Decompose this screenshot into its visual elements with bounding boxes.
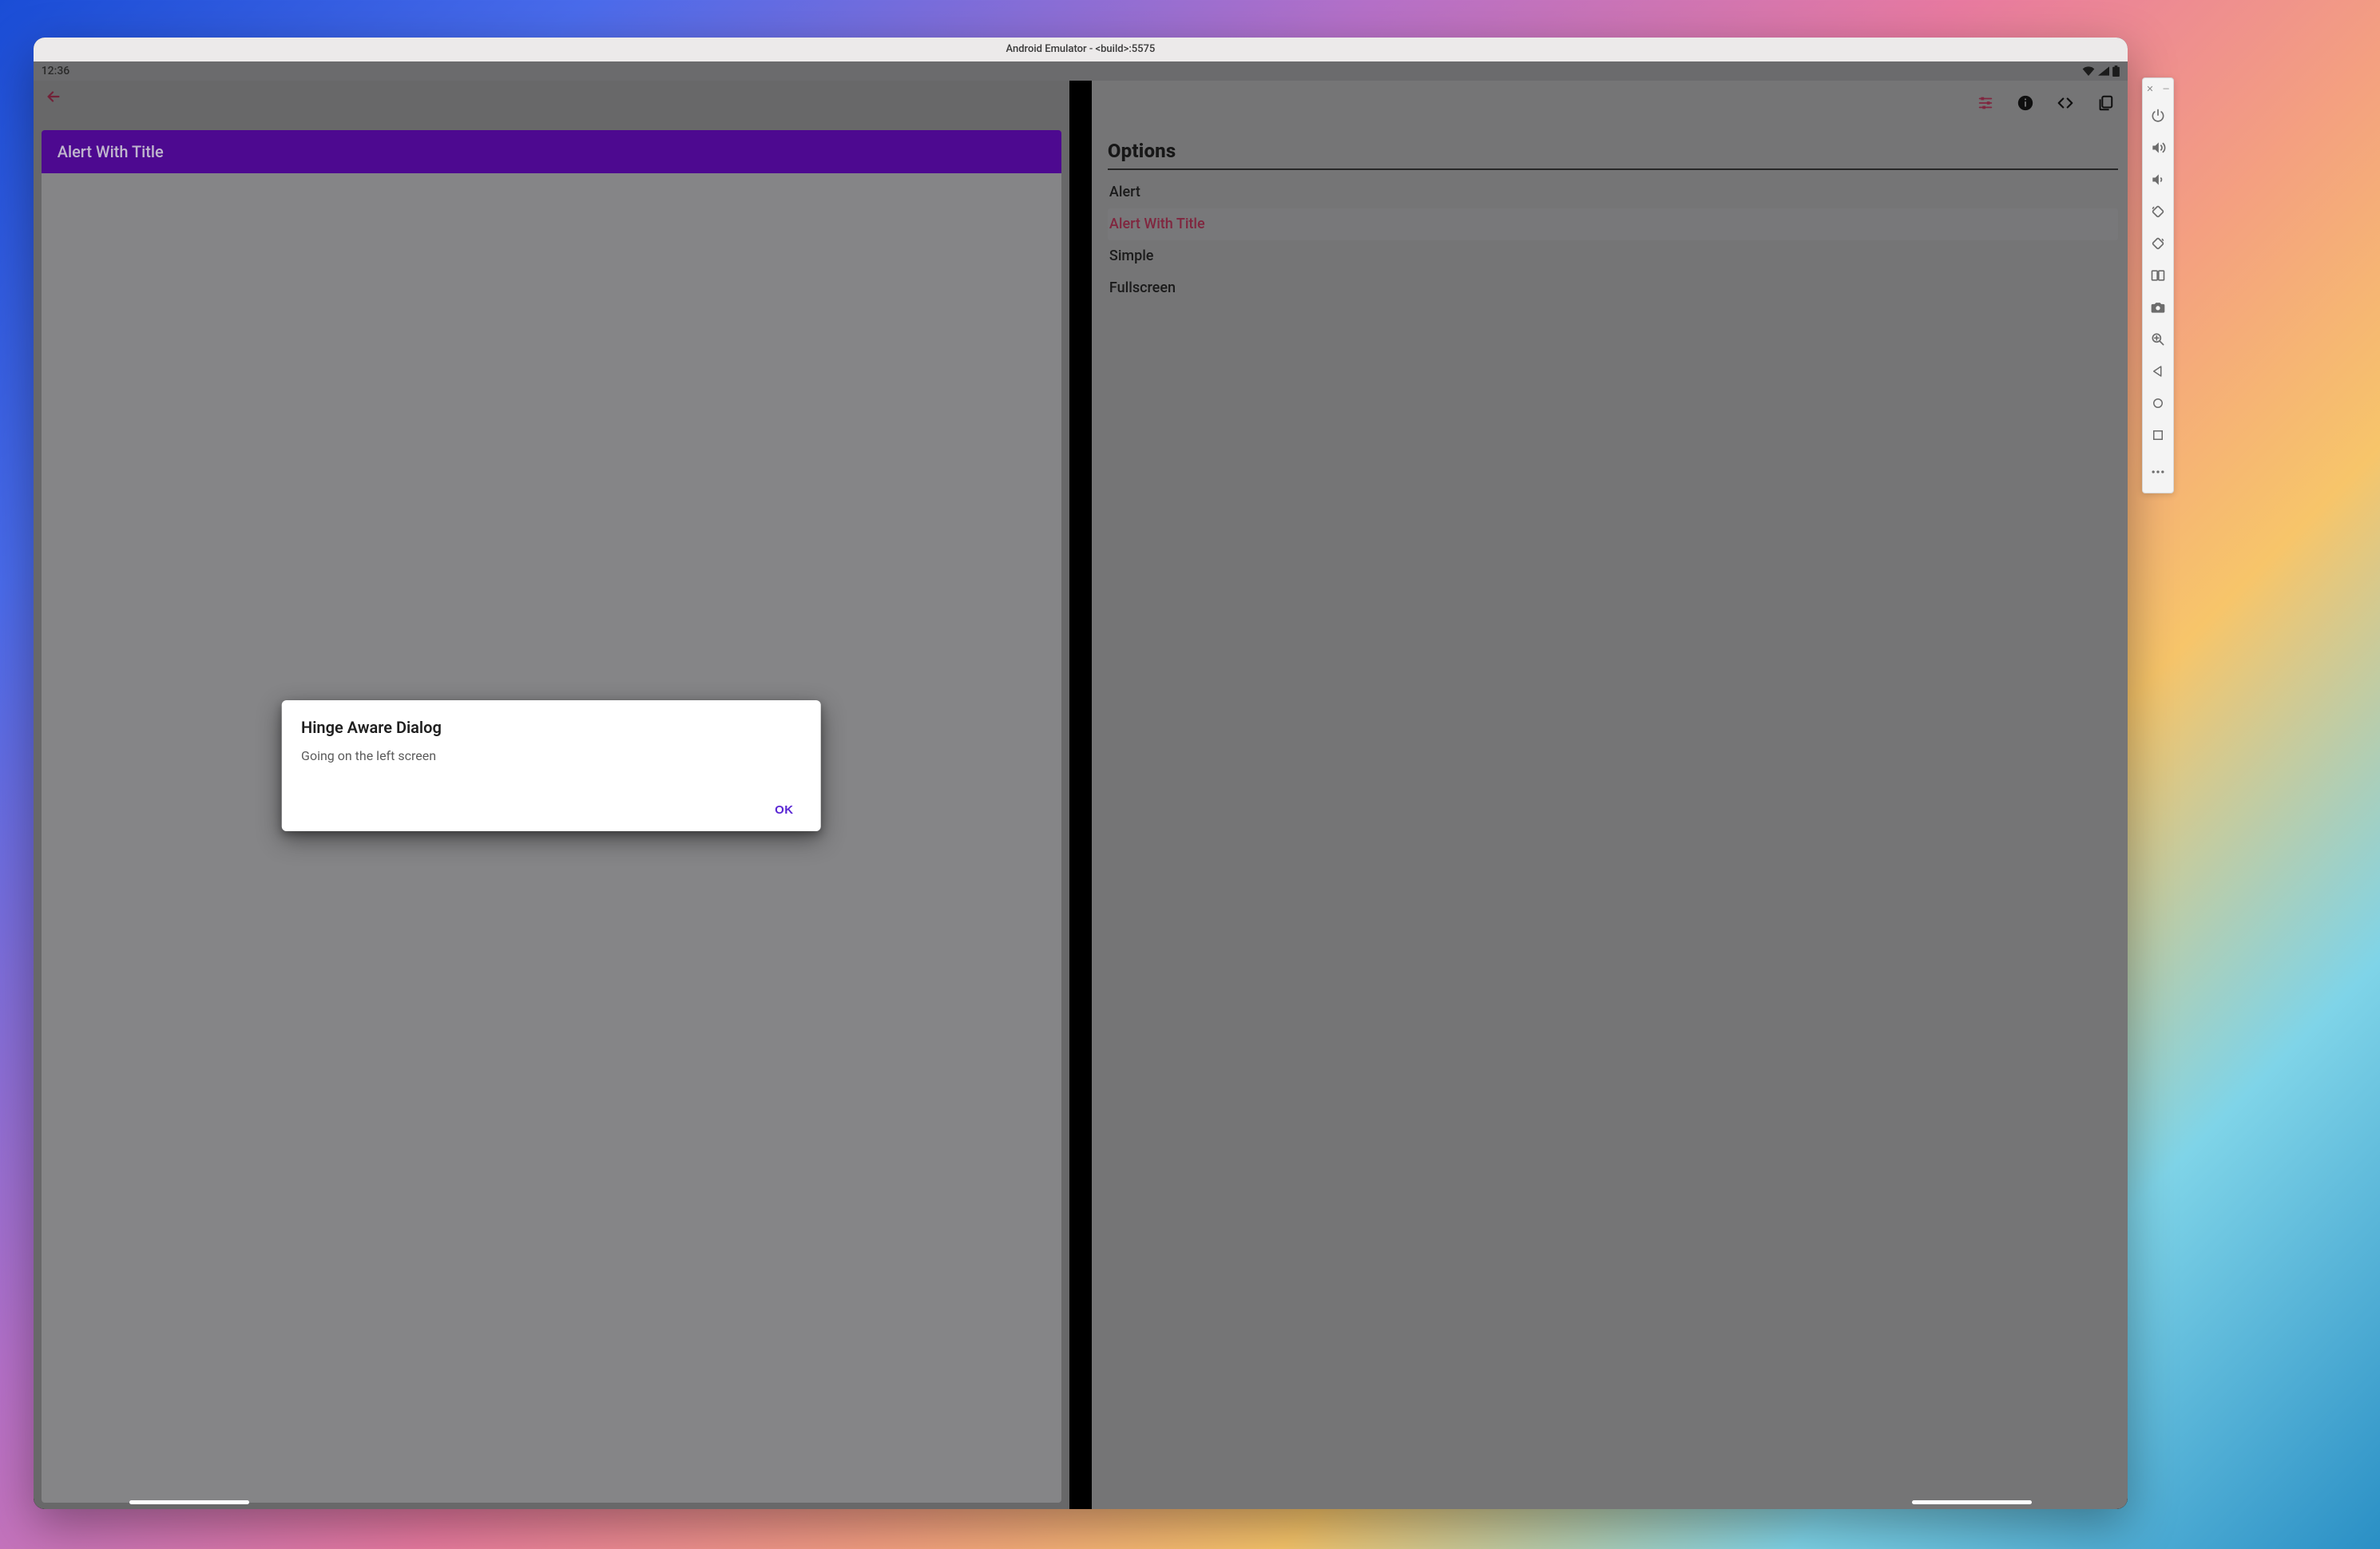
option-item[interactable]: Simple [1108,240,2118,272]
rotate-left-icon[interactable] [2150,196,2166,228]
panel-close-icon[interactable]: ✕ [2146,85,2154,93]
code-icon[interactable] [2056,93,2075,113]
status-icons [2082,65,2120,77]
emulator-window: Android Emulator - <build>:5575 12:36 [34,38,2128,1509]
dialog-message: Going on the left screen [301,748,802,763]
left-content [42,173,1061,1503]
dialog-ok-button[interactable]: OK [767,797,802,823]
rotate-right-icon[interactable] [2150,228,2166,259]
tune-icon[interactable] [1976,93,1995,113]
home-icon[interactable] [2150,387,2166,419]
foldable-icon[interactable] [2150,259,2166,291]
back-arrow-icon[interactable] [45,88,62,109]
panel-minimize-icon[interactable]: — [2162,85,2170,93]
left-appbar-title: Alert With Title [58,142,164,161]
right-pane: Options Alert Alert With Title Simple Fulls… [1092,81,2128,1509]
camera-icon[interactable] [2150,291,2166,323]
options-list: Alert Alert With Title Simple Fullscreen [1108,176,2118,304]
window-titlebar[interactable]: Android Emulator - <build>:5575 [34,38,2128,61]
alert-dialog: Hinge Aware Dialog Going on the left scr… [282,700,821,831]
option-item[interactable]: Alert With Title [1108,208,2118,240]
left-toolbar [34,81,1069,116]
android-status-bar: 12:36 [34,61,2128,81]
dual-pane-area: Alert With Title Hinge Aware Dialog Goin… [34,81,2128,1509]
overview-icon[interactable] [2150,419,2166,451]
options-heading: Options [1108,140,2118,170]
volume-up-icon[interactable] [2150,132,2166,164]
battery-icon [2112,65,2120,77]
left-pane: Alert With Title Hinge Aware Dialog Goin… [34,81,1069,1509]
emulator-side-toolbar: ✕ — [2142,77,2174,493]
hinge [1069,81,1092,1509]
right-toolbar [1092,81,2128,125]
options-block: Options Alert Alert With Title Simple Fulls… [1108,140,2118,304]
left-appbar: Alert With Title [42,130,1061,173]
zoom-icon[interactable] [2150,323,2166,355]
back-icon[interactable] [2150,355,2166,387]
option-label: Simple [1109,248,1154,264]
dialog-actions: OK [301,797,802,823]
option-label: Fullscreen [1109,279,1176,296]
option-label: Alert With Title [1109,216,1205,232]
dialog-title: Hinge Aware Dialog [301,718,802,737]
signal-icon [2098,66,2109,76]
option-item[interactable]: Fullscreen [1108,272,2118,304]
info-icon[interactable] [2016,93,2035,113]
volume-down-icon[interactable] [2150,164,2166,196]
window-title: Android Emulator - <build>:5575 [1006,43,1155,55]
wifi-icon [2082,66,2095,76]
more-icon[interactable] [2150,456,2166,488]
desktop-background: Android Emulator - <build>:5575 12:36 [0,0,2380,1549]
copy-icon[interactable] [2096,93,2115,113]
option-label: Alert [1109,184,1140,200]
emulator-body: 12:36 [34,61,2128,1509]
power-icon[interactable] [2150,100,2166,132]
option-item[interactable]: Alert [1108,176,2118,208]
status-time: 12:36 [42,65,70,77]
